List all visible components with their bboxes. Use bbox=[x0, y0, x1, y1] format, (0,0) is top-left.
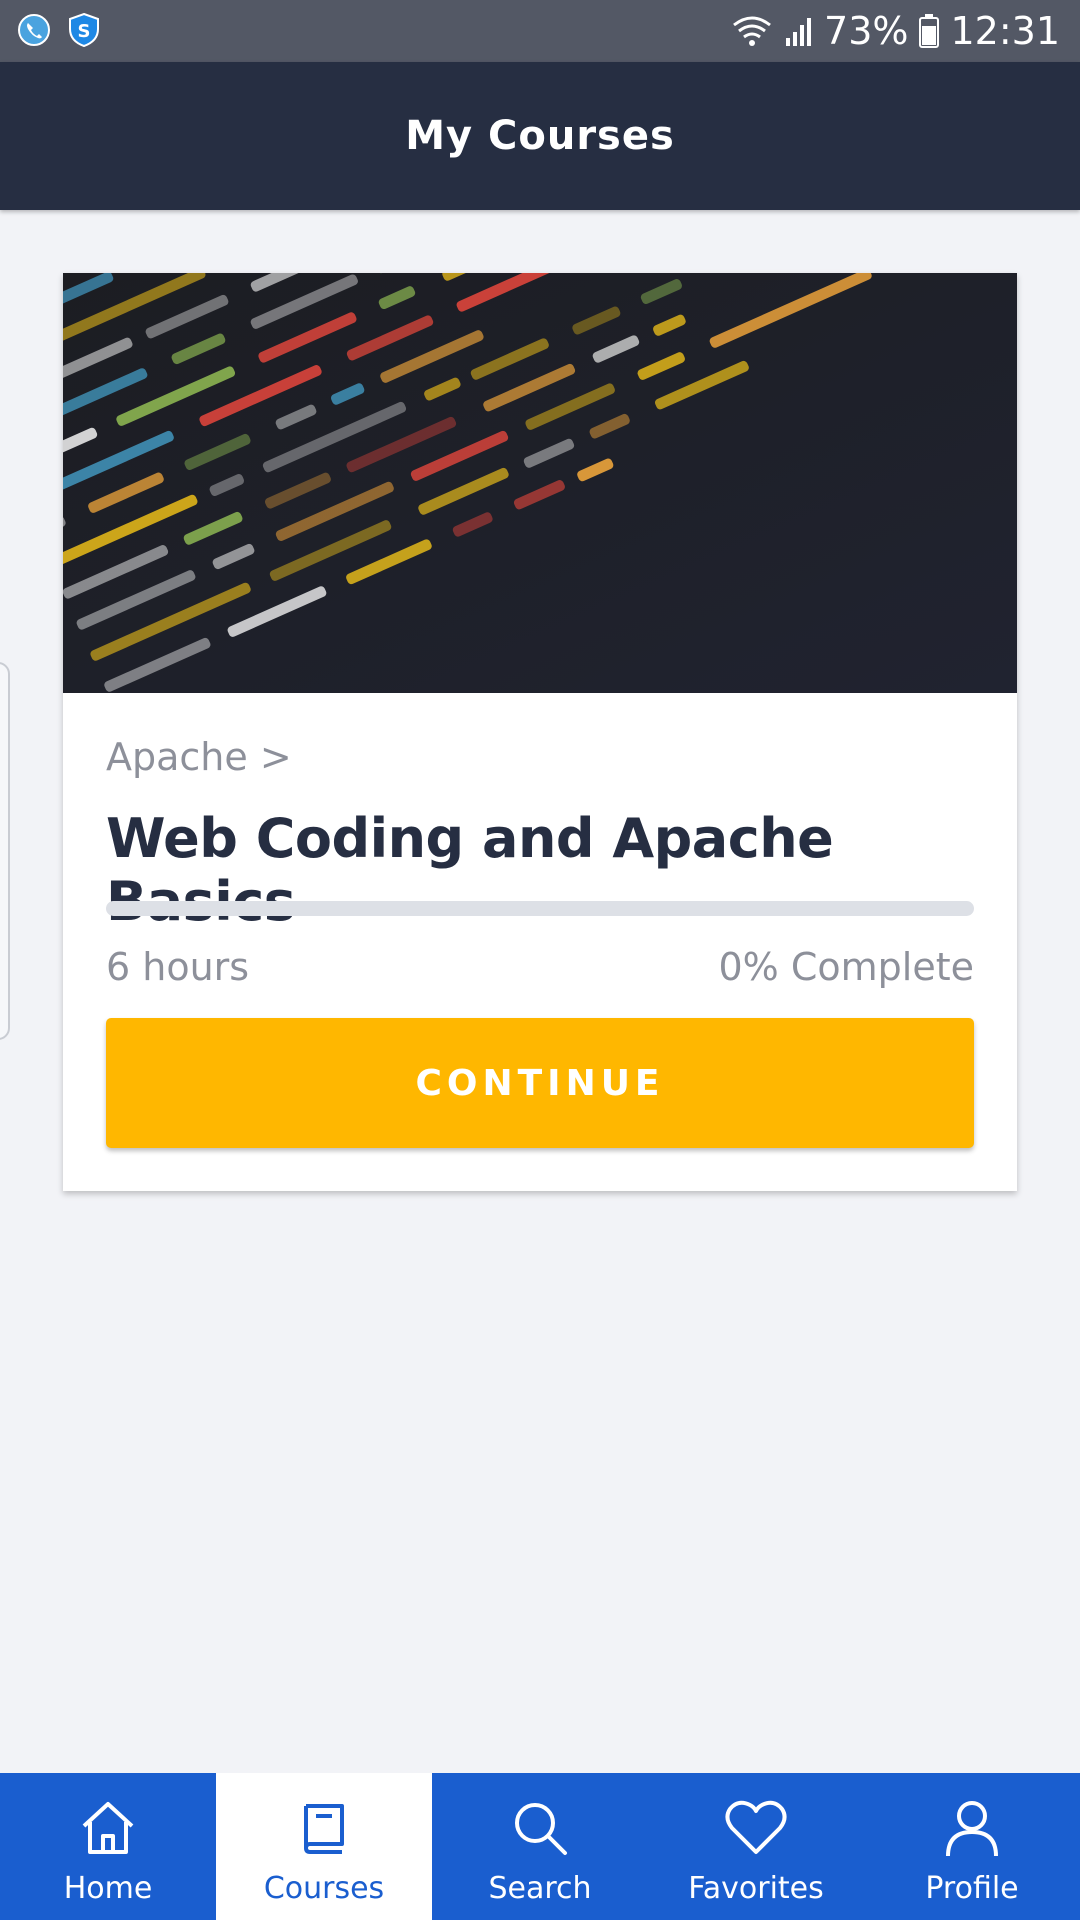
person-icon bbox=[939, 1795, 1005, 1861]
nav-item-favorites[interactable]: Favorites bbox=[648, 1773, 864, 1920]
drawer-handle[interactable] bbox=[0, 662, 10, 1040]
course-card[interactable]: Apache > Web Coding and Apache Basics 6 … bbox=[63, 273, 1017, 1191]
course-completion: 0% Complete bbox=[718, 945, 975, 989]
status-bar: S 73% 12:31 bbox=[0, 0, 1080, 62]
nav-label-courses: Courses bbox=[263, 1871, 385, 1906]
search-icon bbox=[507, 1795, 573, 1861]
nav-item-courses[interactable]: Courses bbox=[216, 1773, 432, 1920]
status-indicators: 73% 12:31 bbox=[730, 0, 1060, 62]
course-thumbnail bbox=[63, 273, 1017, 693]
nav-label-search: Search bbox=[488, 1871, 592, 1906]
clock: 12:31 bbox=[950, 9, 1060, 53]
continue-button[interactable]: CONTINUE bbox=[106, 1018, 974, 1148]
battery-percent: 73% bbox=[824, 9, 909, 53]
progress-bar bbox=[106, 901, 974, 916]
nav-item-search[interactable]: Search bbox=[432, 1773, 648, 1920]
course-category[interactable]: Apache > bbox=[106, 735, 292, 779]
bottom-nav: Home Courses Search Favorites Profile bbox=[0, 1773, 1080, 1920]
book-icon bbox=[291, 1795, 357, 1861]
nav-label-favorites: Favorites bbox=[688, 1871, 824, 1906]
signal-icon bbox=[784, 14, 814, 48]
svg-text:S: S bbox=[78, 21, 91, 42]
nav-item-profile[interactable]: Profile bbox=[864, 1773, 1080, 1920]
wifi-icon bbox=[730, 13, 774, 49]
nav-label-profile: Profile bbox=[925, 1871, 1019, 1906]
page-title: My Courses bbox=[405, 113, 675, 159]
notification-icons: S bbox=[16, 12, 102, 48]
phone-app-icon bbox=[16, 12, 52, 48]
heart-icon bbox=[723, 1795, 789, 1861]
security-shield-icon: S bbox=[66, 12, 102, 48]
course-duration: 6 hours bbox=[106, 945, 250, 989]
battery-icon bbox=[918, 13, 940, 49]
app-header: My Courses bbox=[0, 62, 1080, 210]
nav-item-home[interactable]: Home bbox=[0, 1773, 216, 1920]
home-icon bbox=[75, 1795, 141, 1861]
nav-label-home: Home bbox=[63, 1871, 153, 1906]
